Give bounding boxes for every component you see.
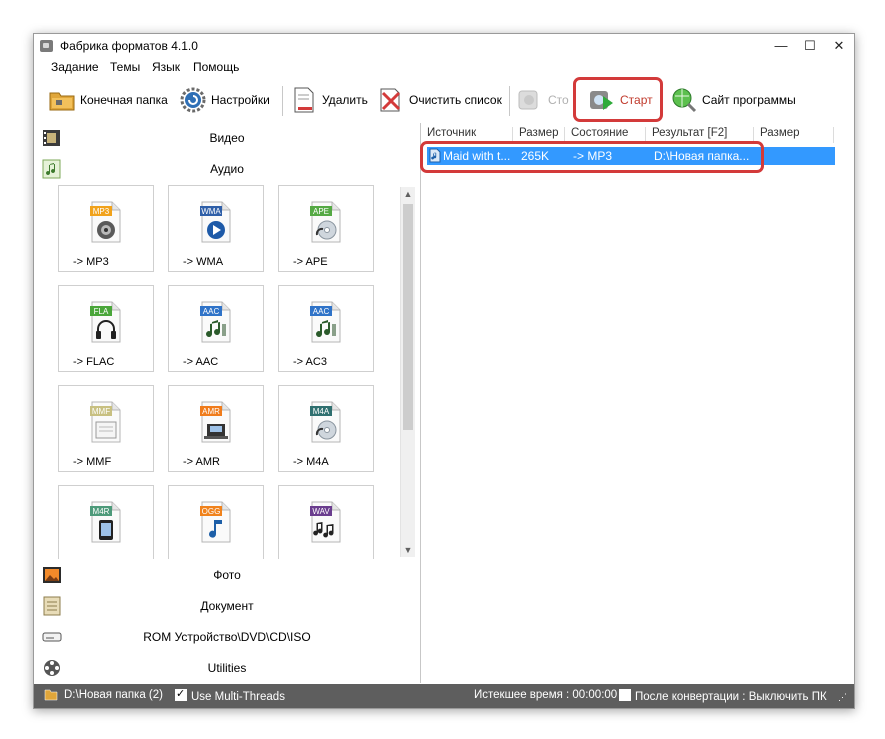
format-label: -> AMR [183,456,220,468]
folder-small-icon [44,688,58,704]
format-label: -> APE [293,256,328,268]
format-tile-mmf[interactable]: MMF -> MMF [58,385,154,472]
multithreads-checkbox[interactable]: Use Multi-Threads [175,687,285,703]
menu-language[interactable]: Язык [152,60,180,74]
format-tile-mp3[interactable]: MP3 -> MP3 [58,185,154,272]
title-bar: Фабрика форматов 4.1.0 — ☐ ✕ [34,34,854,58]
format-tile-wav[interactable]: WAV [278,485,374,559]
start-highlight [573,77,663,122]
format-badge: WMA [201,207,221,216]
format-label: -> WMA [183,256,224,268]
format-label: -> FLAC [73,356,115,368]
minimize-button[interactable]: — [768,36,794,56]
category-utilities[interactable]: Utilities [34,653,420,683]
format-badge: M4A [312,407,330,416]
stop-icon [516,87,544,113]
format-tile-fla[interactable]: FLA -> FLAC [58,285,154,372]
stop-button[interactable]: Сто [516,86,569,114]
toolbar-separator [509,86,510,116]
format-tile-amr[interactable]: AMR -> AMR [168,385,264,472]
after-conversion-checkbox[interactable]: После конвертации : Выключить ПК [619,689,827,703]
format-tile-aac[interactable]: AAC -> AAC [168,285,264,372]
format-tile-m4r[interactable]: M4R [58,485,154,559]
elapsed-time: Истекшее время : 00:00:00 [474,689,618,701]
format-tile-wma[interactable]: WMA -> WMA [168,185,264,272]
toolbar-separator [282,86,283,116]
format-badge: OGG [201,507,221,516]
gear-icon [179,87,207,113]
format-badge: AAC [312,307,330,316]
output-folder[interactable]: D:\Новая папка (2) [64,689,163,701]
category-audio[interactable]: Аудио [34,154,420,184]
app-window: Фабрика форматов 4.1.0 — ☐ ✕ Задание Тем… [33,33,855,709]
close-button[interactable]: ✕ [826,36,852,56]
format-tile-m4a[interactable]: M4A -> M4A [278,385,374,472]
delete-doc-icon [290,87,318,113]
format-tile-aac[interactable]: AAC -> AC3 [278,285,374,372]
format-label: -> M4A [293,456,329,468]
globe-search-icon [670,87,698,113]
format-badge: M4R [92,507,110,516]
format-badge: MP3 [92,207,110,216]
category-photo[interactable]: Фото [34,560,420,590]
dest-folder-button[interactable]: Конечная папка [48,86,168,114]
menu-task[interactable]: Задание [51,60,99,74]
delete-button[interactable]: Удалить [290,86,368,114]
format-tile-ape[interactable]: APE -> APE [278,185,374,272]
category-video[interactable]: Видео [34,123,420,153]
format-badge: WAV [312,507,330,516]
format-scrollbar[interactable]: ▲ ▼ [400,187,415,557]
format-badge: AAC [202,307,220,316]
window-title: Фабрика форматов 4.1.0 [60,39,198,53]
format-label: -> MMF [73,456,112,468]
clear-list-button[interactable]: Очистить список [377,86,502,114]
category-pane: Видео Аудио MP3 -> MP3 WMA -> WMA APE -> APE F… [34,123,420,683]
clear-list-icon [377,87,405,113]
format-badge: APE [312,207,329,216]
menu-help[interactable]: Помощь [193,60,239,74]
format-badge: MMF [91,407,111,416]
settings-button[interactable]: Настройки [179,86,270,114]
app-icon [40,40,53,52]
category-document[interactable]: Документ [34,591,420,621]
format-label: -> AC3 [293,356,327,368]
checkbox-unchecked-icon [619,689,631,701]
scroll-up-icon[interactable]: ▲ [401,187,415,201]
scroll-thumb[interactable] [403,204,413,430]
maximize-button[interactable]: ☐ [797,36,823,56]
resize-grip-icon[interactable]: ⋰ [838,692,847,703]
format-grid: MP3 -> MP3 WMA -> WMA APE -> APE FLA -> FLAC AAC… [42,185,399,559]
row-highlight [420,141,764,173]
menu-themes[interactable]: Темы [110,60,140,74]
format-label: -> AAC [183,356,219,368]
checkbox-checked-icon [175,687,187,701]
category-rom[interactable]: ROM Устройство\DVD\CD\ISO [34,622,420,652]
status-bar: D:\Новая папка (2) Use Multi-Threads Ист… [34,684,854,708]
folder-icon [48,87,76,113]
website-button[interactable]: Сайт программы [670,86,796,114]
column-output-size[interactable]: Размер [754,127,834,143]
task-list-pane: Источник Размер Состояние Результат [F2]… [421,123,854,683]
format-badge: AMR [202,407,220,416]
format-label: -> MP3 [73,256,109,268]
format-badge: FLA [93,307,109,316]
scroll-down-icon[interactable]: ▼ [401,543,415,557]
toolbar: Конечная папка Настройки Удалить Очистит… [34,80,854,122]
format-tile-ogg[interactable]: OGG [168,485,264,559]
